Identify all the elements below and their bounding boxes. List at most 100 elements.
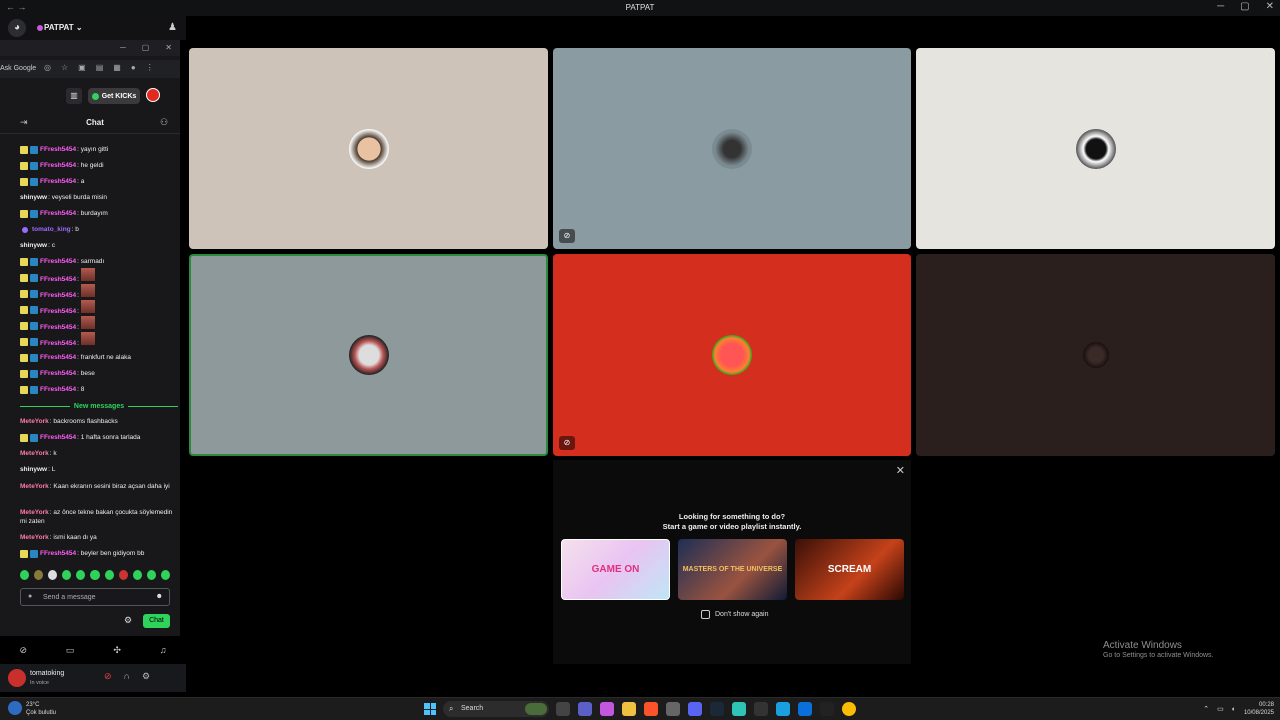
vpn-icon[interactable] xyxy=(732,702,746,716)
chat-username[interactable]: FFresh5454 xyxy=(40,370,76,377)
emote-icon[interactable] xyxy=(90,570,100,580)
activity-card[interactable]: GAME ON xyxy=(561,539,670,600)
video-tile[interactable] xyxy=(189,48,548,249)
start-button[interactable] xyxy=(424,703,436,715)
popout-minimize[interactable]: ─ xyxy=(120,43,126,52)
chat-username[interactable]: shinyww xyxy=(20,194,47,201)
clock[interactable]: 00:28 10/08/2025 xyxy=(1244,701,1274,717)
emote-icon[interactable] xyxy=(104,570,114,580)
mic-muted-icon[interactable]: ⊘ xyxy=(104,671,112,682)
chat-username[interactable]: FFresh5454 xyxy=(40,434,76,441)
video-tile[interactable]: ⊘ xyxy=(553,254,911,456)
video-tile-speaking[interactable] xyxy=(189,254,548,456)
video-tile[interactable]: ⊘ xyxy=(553,48,911,249)
chat-username[interactable]: FFresh5454 xyxy=(40,354,76,361)
taskbar-search[interactable]: ⌕ Search xyxy=(443,701,549,717)
puzzle-icon[interactable]: ▦ xyxy=(113,63,121,72)
chat-send-button[interactable]: Chat xyxy=(143,614,170,628)
emote-icon[interactable] xyxy=(132,570,142,580)
headphones-icon[interactable]: ∩ xyxy=(124,671,130,682)
chat-username[interactable]: MeteYork xyxy=(20,483,49,490)
emote-icon[interactable] xyxy=(48,570,58,580)
teams-icon[interactable] xyxy=(578,702,592,716)
gear-icon[interactable]: ⚙ xyxy=(124,615,132,626)
dont-show-again-checkbox[interactable]: Don't show again xyxy=(701,610,768,619)
video-tile[interactable] xyxy=(916,48,1275,249)
emote-icon[interactable] xyxy=(34,570,44,580)
emote-icon[interactable] xyxy=(118,570,128,580)
chat-username[interactable]: shinyww xyxy=(20,466,47,473)
chat-username[interactable]: MeteYork xyxy=(20,450,49,457)
obs-icon[interactable] xyxy=(820,702,834,716)
chat-username[interactable]: FFresh5454 xyxy=(40,276,76,283)
profile-icon[interactable]: ● xyxy=(131,63,136,72)
activity-icon[interactable]: ✣ xyxy=(113,645,121,656)
gear-icon[interactable]: ⚙ xyxy=(142,671,150,682)
brave-icon[interactable] xyxy=(644,702,658,716)
emote-icon[interactable] xyxy=(160,570,171,580)
activity-card[interactable]: MASTERS OF THE UNIVERSE xyxy=(678,539,787,600)
maximize-button[interactable]: ▢ xyxy=(1240,1,1249,12)
chat-username[interactable]: FFresh5454 xyxy=(40,162,76,169)
chat-username[interactable]: FFresh5454 xyxy=(40,146,76,153)
discord-icon[interactable] xyxy=(688,702,702,716)
chat-username[interactable]: FFresh5454 xyxy=(40,308,76,315)
camera-off-icon[interactable]: ⊘ xyxy=(19,645,27,656)
chat-username[interactable]: FFresh5454 xyxy=(40,550,76,557)
network-icon[interactable]: ▭ xyxy=(1217,705,1224,713)
video-tile[interactable] xyxy=(916,254,1275,456)
chat-username[interactable]: FFresh5454 xyxy=(40,178,76,185)
star-icon[interactable]: ☆ xyxy=(61,63,68,72)
emote-icon[interactable] xyxy=(76,570,86,580)
send-message-input[interactable]: ● Send a message ☻ xyxy=(20,588,170,606)
avatar[interactable] xyxy=(146,88,160,102)
popout-close[interactable]: ✕ xyxy=(165,43,172,52)
server-name[interactable]: PATPAT ⌄ xyxy=(44,23,83,32)
menu-icon[interactable]: ⋮ xyxy=(146,63,154,72)
emote-icon[interactable] xyxy=(20,570,30,580)
browser-url-bar[interactable]: Ask Google ◎ ☆ ▣ ▤ ▦ ● ⋮ xyxy=(0,60,180,78)
extension-icon[interactable]: ▣ xyxy=(78,63,86,72)
explorer-icon[interactable] xyxy=(622,702,636,716)
minimize-button[interactable]: ─ xyxy=(1217,1,1224,12)
grid-icon[interactable]: ▥ xyxy=(66,88,82,104)
chevron-up-icon[interactable]: ⌃ xyxy=(1203,705,1209,713)
emoji-icon[interactable]: ☻ xyxy=(156,593,163,600)
users-icon[interactable]: ⚇ xyxy=(160,117,168,128)
chat-username[interactable]: FFresh5454 xyxy=(40,258,76,265)
close-icon[interactable]: ✕ xyxy=(896,464,905,477)
get-kicks-button[interactable]: Get KICKs xyxy=(88,88,140,104)
chat-username[interactable]: tomato_king xyxy=(32,226,71,233)
popout-maximize[interactable]: ▢ xyxy=(142,43,150,52)
avatar[interactable] xyxy=(8,669,26,687)
volume-icon[interactable]: ◐ xyxy=(1232,706,1236,713)
close-button[interactable]: ✕ xyxy=(1266,1,1274,12)
extension-icon[interactable]: ▤ xyxy=(96,63,104,72)
emote-icon[interactable] xyxy=(62,570,72,580)
chat-username[interactable]: MeteYork xyxy=(20,418,49,425)
emote-icon[interactable] xyxy=(146,570,156,580)
hide-icon[interactable]: ◎ xyxy=(44,63,51,72)
screen-share-icon[interactable]: ▭ xyxy=(66,645,75,656)
store-icon[interactable] xyxy=(666,702,680,716)
app-icon[interactable] xyxy=(798,702,812,716)
activity-card[interactable]: SCREAM xyxy=(795,539,904,600)
chrome-icon[interactable] xyxy=(842,702,856,716)
discord-icon[interactable]: ◕ xyxy=(8,19,26,37)
chat-username[interactable]: MeteYork xyxy=(20,509,49,516)
chat-username[interactable]: FFresh5454 xyxy=(40,324,76,331)
steam-icon[interactable] xyxy=(710,702,724,716)
task-view-icon[interactable] xyxy=(556,702,570,716)
soundboard-icon[interactable]: ♫ xyxy=(160,645,167,655)
chat-username[interactable]: FFresh5454 xyxy=(40,386,76,393)
chat-username[interactable]: FFresh5454 xyxy=(40,340,76,347)
copilot-icon[interactable] xyxy=(600,702,614,716)
user-add-icon[interactable]: ♟ xyxy=(168,22,177,33)
weather-widget[interactable]: 23°C Çok bulutlu xyxy=(8,701,68,719)
chat-username[interactable]: FFresh5454 xyxy=(40,210,76,217)
chat-username[interactable]: shinyww xyxy=(20,242,47,249)
chat-username[interactable]: MeteYork xyxy=(20,534,49,541)
chat-username[interactable]: FFresh5454 xyxy=(40,292,76,299)
terminal-icon[interactable] xyxy=(754,702,768,716)
app-icon[interactable] xyxy=(776,702,790,716)
